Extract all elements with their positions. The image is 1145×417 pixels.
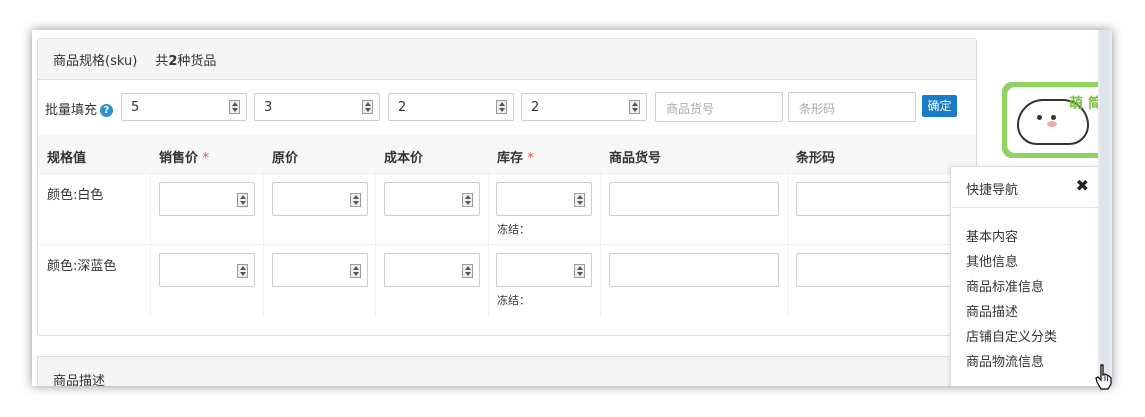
quick-nav-item[interactable]: 商品描述 [966, 301, 1018, 320]
barcode-input[interactable] [796, 182, 976, 216]
quick-nav-panel: 快捷导航 ✖ 基本内容 其他信息 商品标准信息 商品描述 店铺自定义分类 商品物… [950, 166, 1100, 386]
quick-nav-item[interactable]: 店铺自定义分类 [966, 326, 1057, 345]
header-sku-code: 商品货号 [609, 151, 662, 166]
stepper-icon[interactable] [350, 264, 361, 278]
help-icon[interactable]: ? [100, 104, 114, 117]
table-row: 颜色:深蓝色 冻结： [38, 244, 976, 316]
sku-code-input[interactable] [609, 253, 779, 287]
stepper-icon[interactable] [462, 193, 473, 207]
hand-cursor-icon [1095, 364, 1112, 390]
table-row: 颜色:白色 冻结： [38, 173, 976, 245]
batch-original-price-input[interactable]: 3 [254, 93, 380, 121]
batch-stock-input[interactable]: 2 [521, 93, 647, 121]
description-section-title: 商品描述 [53, 374, 106, 386]
sku-title: 商品规格(sku) [53, 53, 138, 69]
header-barcode: 条形码 [796, 151, 836, 166]
batch-sale-price-input[interactable]: 5 [121, 93, 247, 121]
quick-nav-item[interactable]: 基本内容 [966, 226, 1018, 245]
spec-value: 颜色:深蓝色 [47, 259, 117, 274]
header-cost-price: 成本价 [384, 151, 424, 166]
original-price-input[interactable] [272, 253, 368, 287]
barcode-input[interactable] [796, 253, 976, 287]
stepper-icon[interactable] [574, 264, 585, 278]
batch-cost-price-input[interactable]: 2 [388, 93, 514, 121]
batch-sku-code-input[interactable]: 商品货号 [655, 92, 783, 122]
sale-price-input[interactable] [159, 182, 255, 216]
header-stock: 库存 * [497, 151, 535, 166]
stepper-icon[interactable] [237, 264, 248, 278]
freeze-label: 冻结： [497, 223, 530, 236]
description-section-header[interactable]: 商品描述 [37, 356, 977, 386]
sku-table-header: 规格值 销售价 * 原价 成本价 库存 * 商品货号 条形码 [38, 135, 976, 173]
confirm-button[interactable]: 确定 [922, 95, 957, 117]
close-icon[interactable]: ✖ [1076, 176, 1089, 195]
sale-price-input[interactable] [159, 253, 255, 287]
page-frame: 商品规格(sku) 共2种货品 批量填充? 5 3 2 2 商品货号 条形码 确… [32, 30, 1112, 386]
emoji-sticker-image: 萌 简 [1002, 82, 1112, 158]
batch-fill-label: 批量填充? [45, 99, 114, 118]
stock-input[interactable] [496, 253, 592, 287]
batch-fill-row: 批量填充? 5 3 2 2 商品货号 条形码 确定 [38, 91, 976, 127]
sku-panel: 商品规格(sku) 共2种货品 批量填充? 5 3 2 2 商品货号 条形码 确… [37, 38, 977, 336]
quick-nav-header: 快捷导航 ✖ [951, 167, 1099, 208]
quick-nav-item[interactable]: 其他信息 [966, 251, 1018, 270]
cost-price-input[interactable] [384, 253, 480, 287]
stepper-icon[interactable] [229, 100, 240, 114]
stepper-icon[interactable] [496, 100, 507, 114]
stepper-icon[interactable] [362, 100, 373, 114]
stepper-icon[interactable] [237, 193, 248, 207]
sku-code-input[interactable] [609, 182, 779, 216]
stepper-icon[interactable] [629, 100, 640, 114]
stepper-icon[interactable] [462, 264, 473, 278]
scrollbar[interactable] [1098, 30, 1112, 386]
header-original-price: 原价 [272, 151, 299, 166]
cost-price-input[interactable] [384, 182, 480, 216]
stepper-icon[interactable] [350, 193, 361, 207]
batch-barcode-input[interactable]: 条形码 [788, 92, 916, 122]
sticker-text: 萌 简 [1069, 96, 1102, 112]
quick-nav-item[interactable]: 商品标准信息 [966, 276, 1044, 295]
header-spec: 规格值 [47, 151, 87, 166]
sku-count: 共2种货品 [155, 53, 217, 69]
sku-panel-heading: 商品规格(sku) 共2种货品 [38, 39, 976, 80]
original-price-input[interactable] [272, 182, 368, 216]
quick-nav-title: 快捷导航 [966, 183, 1019, 198]
stepper-icon[interactable] [574, 193, 585, 207]
freeze-label: 冻结： [497, 294, 530, 307]
stock-input[interactable] [496, 182, 592, 216]
header-sale-price: 销售价 * [159, 151, 210, 166]
quick-nav-item[interactable]: 商品物流信息 [966, 351, 1044, 370]
spec-value: 颜色:白色 [47, 188, 104, 203]
